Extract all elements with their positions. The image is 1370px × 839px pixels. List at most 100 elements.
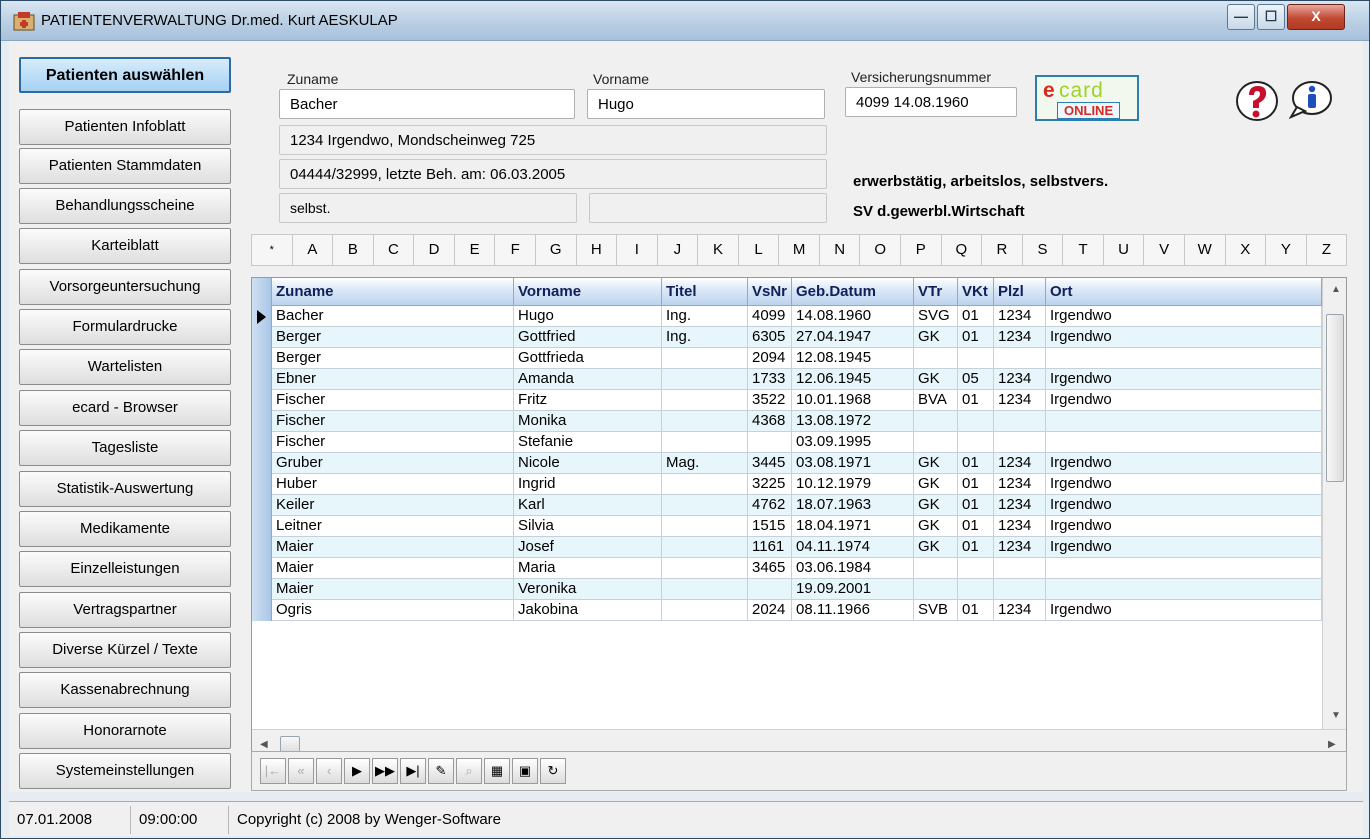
table-row[interactable]: Huber Ingrid 3225 10.12.1979 GK 01 1234 Irgendw… <box>252 474 1322 495</box>
sidebar-item-patienten-infoblatt[interactable]: Patienten Infoblatt <box>19 109 231 145</box>
alphabet-filter-u[interactable]: U <box>1103 234 1145 266</box>
vertical-scroll-thumb[interactable] <box>1326 314 1344 482</box>
sidebar-item-einzelleistungen[interactable]: Einzelleistungen <box>19 551 231 587</box>
row-selector[interactable] <box>252 600 272 621</box>
alphabet-filter-w[interactable]: W <box>1184 234 1226 266</box>
table-row[interactable]: Ogris Jakobina 2024 08.11.1966 SVB 01 1234 Irge… <box>252 600 1322 621</box>
scroll-left-icon[interactable]: ◀ <box>260 739 268 750</box>
sidebar-item-karteiblatt[interactable]: Karteiblatt <box>19 228 231 264</box>
ecard-online-button[interactable]: e card ONLINE <box>1035 75 1139 121</box>
alphabet-filter-l[interactable]: L <box>738 234 780 266</box>
row-selector[interactable] <box>252 579 272 600</box>
minimize-button[interactable]: — <box>1227 4 1255 30</box>
sidebar-item-tagesliste[interactable]: Tagesliste <box>19 430 231 466</box>
row-selector[interactable] <box>252 432 272 453</box>
refresh-button[interactable]: ↻ <box>540 758 566 784</box>
alphabet-filter-k[interactable]: K <box>698 234 739 266</box>
scroll-up-icon[interactable]: ▲ <box>1331 284 1341 295</box>
alphabet-filter-e[interactable]: E <box>454 234 496 266</box>
edit-button[interactable]: ✎ <box>428 758 454 784</box>
column-header-plzl[interactable]: Plzl <box>994 278 1046 306</box>
alphabet-filter-f[interactable]: F <box>495 234 536 266</box>
next-page-button[interactable]: ▶▶ <box>372 758 398 784</box>
alphabet-filter-j[interactable]: J <box>657 234 699 266</box>
table-row[interactable]: Fischer Monika 4368 13.08.1972 <box>252 411 1322 432</box>
table-row[interactable]: Maier Josef 1161 04.11.1974 GK 01 1234 Irgendwo <box>252 537 1322 558</box>
sidebar-item-statistik-auswertung[interactable]: Statistik-Auswertung <box>19 471 231 507</box>
close-button[interactable]: X <box>1287 4 1345 30</box>
table-row[interactable]: Fischer Fritz 3522 10.01.1968 BVA 01 1234 Irgen… <box>252 390 1322 411</box>
column-header-vtr[interactable]: VTr <box>914 278 958 306</box>
row-selector[interactable] <box>252 558 272 579</box>
alphabet-filter-g[interactable]: G <box>535 234 577 266</box>
column-header-vsnr[interactable]: VsNr <box>748 278 792 306</box>
table-row[interactable]: Maier Veronika 19.09.2001 <box>252 579 1322 600</box>
alphabet-filter-i[interactable]: I <box>617 234 658 266</box>
row-selector[interactable] <box>252 474 272 495</box>
table-row[interactable]: Fischer Stefanie 03.09.1995 <box>252 432 1322 453</box>
maximize-button[interactable]: ☐ <box>1257 4 1285 30</box>
scroll-down-icon[interactable]: ▼ <box>1331 710 1341 721</box>
table-row[interactable]: Gruber Nicole Mag. 3445 03.08.1971 GK 01 1234 Ir… <box>252 453 1322 474</box>
column-header-ort[interactable]: Ort <box>1046 278 1322 306</box>
sidebar-item-honorarnote[interactable]: Honorarnote <box>19 713 231 749</box>
alphabet-filter-all[interactable]: * <box>251 234 293 266</box>
zuname-field[interactable]: Bacher <box>279 89 575 119</box>
info-icon[interactable] <box>1289 79 1333 119</box>
title-bar[interactable]: PATIENTENVERWALTUNG Dr.med. Kurt AESKULA… <box>1 1 1369 41</box>
column-header-zuname[interactable]: Zuname <box>272 278 514 306</box>
row-selector[interactable] <box>252 390 272 411</box>
alphabet-filter-s[interactable]: S <box>1022 234 1064 266</box>
alphabet-filter-h[interactable]: H <box>576 234 618 266</box>
sidebar-item-diverse-kürzel-texte[interactable]: Diverse Kürzel / Texte <box>19 632 231 668</box>
vertical-scrollbar[interactable]: ▲ ▼ <box>1322 278 1346 729</box>
column-header-vkt[interactable]: VKt <box>958 278 994 306</box>
help-icon[interactable] <box>1235 79 1279 123</box>
alphabet-filter-m[interactable]: M <box>779 234 820 266</box>
alphabet-filter-t[interactable]: T <box>1063 234 1104 266</box>
row-selector[interactable] <box>252 537 272 558</box>
alphabet-filter-b[interactable]: B <box>333 234 374 266</box>
filter-button[interactable]: ▦ <box>484 758 510 784</box>
alphabet-filter-a[interactable]: A <box>292 234 334 266</box>
sidebar-item-wartelisten[interactable]: Wartelisten <box>19 349 231 385</box>
table-row[interactable]: Bacher Hugo Ing. 4099 14.08.1960 SVG 01 1234 Irg… <box>252 306 1322 327</box>
next-record-button[interactable]: ▶ <box>344 758 370 784</box>
alphabet-filter-z[interactable]: Z <box>1306 234 1348 266</box>
alphabet-filter-c[interactable]: C <box>373 234 415 266</box>
sidebar-item-behandlungsscheine[interactable]: Behandlungsscheine <box>19 188 231 224</box>
prior-record-button[interactable]: ‹ <box>316 758 342 784</box>
alphabet-filter-v[interactable]: V <box>1144 234 1185 266</box>
sidebar-item-kassenabrechnung[interactable]: Kassenabrechnung <box>19 672 231 708</box>
alphabet-filter-d[interactable]: D <box>414 234 455 266</box>
table-row[interactable]: Keiler Karl 4762 18.07.1963 GK 01 1234 Irgendwo <box>252 495 1322 516</box>
table-row[interactable]: Maier Maria 3465 03.06.1984 <box>252 558 1322 579</box>
vorname-field[interactable]: Hugo <box>587 89 825 119</box>
row-selector[interactable] <box>252 453 272 474</box>
table-row[interactable]: Leitner Silvia 1515 18.04.1971 GK 01 1234 Irgen… <box>252 516 1322 537</box>
alphabet-filter-y[interactable]: Y <box>1266 234 1307 266</box>
row-selector[interactable] <box>252 495 272 516</box>
sidebar-item-formulardrucke[interactable]: Formulardrucke <box>19 309 231 345</box>
row-selector[interactable] <box>252 348 272 369</box>
alphabet-filter-p[interactable]: P <box>901 234 942 266</box>
table-row[interactable]: Berger Gottfried Ing. 6305 27.04.1947 GK 01 123… <box>252 327 1322 348</box>
alphabet-filter-n[interactable]: N <box>819 234 861 266</box>
alphabet-filter-x[interactable]: X <box>1225 234 1267 266</box>
first-record-button[interactable]: |← <box>260 758 286 784</box>
sidebar-item-vertragspartner[interactable]: Vertragspartner <box>19 592 231 628</box>
table-row[interactable]: Berger Gottfrieda 2094 12.08.1945 <box>252 348 1322 369</box>
sidebar-item-patienten-stammdaten[interactable]: Patienten Stammdaten <box>19 148 231 184</box>
column-header-vorname[interactable]: Vorname <box>514 278 662 306</box>
row-selector[interactable] <box>252 516 272 537</box>
alphabet-filter-o[interactable]: O <box>860 234 901 266</box>
column-header-geb-datum[interactable]: Geb.Datum <box>792 278 914 306</box>
goto-button[interactable]: ⌕ <box>456 758 482 784</box>
row-selector[interactable] <box>252 306 272 327</box>
last-record-button[interactable]: ▶| <box>400 758 426 784</box>
row-selector[interactable] <box>252 411 272 432</box>
print-button[interactable]: ▣ <box>512 758 538 784</box>
row-selector[interactable] <box>252 369 272 390</box>
sidebar-item-patienten-auswählen[interactable]: Patienten auswählen <box>19 57 231 93</box>
sidebar-item-vorsorgeuntersuchung[interactable]: Vorsorgeuntersuchung <box>19 269 231 305</box>
